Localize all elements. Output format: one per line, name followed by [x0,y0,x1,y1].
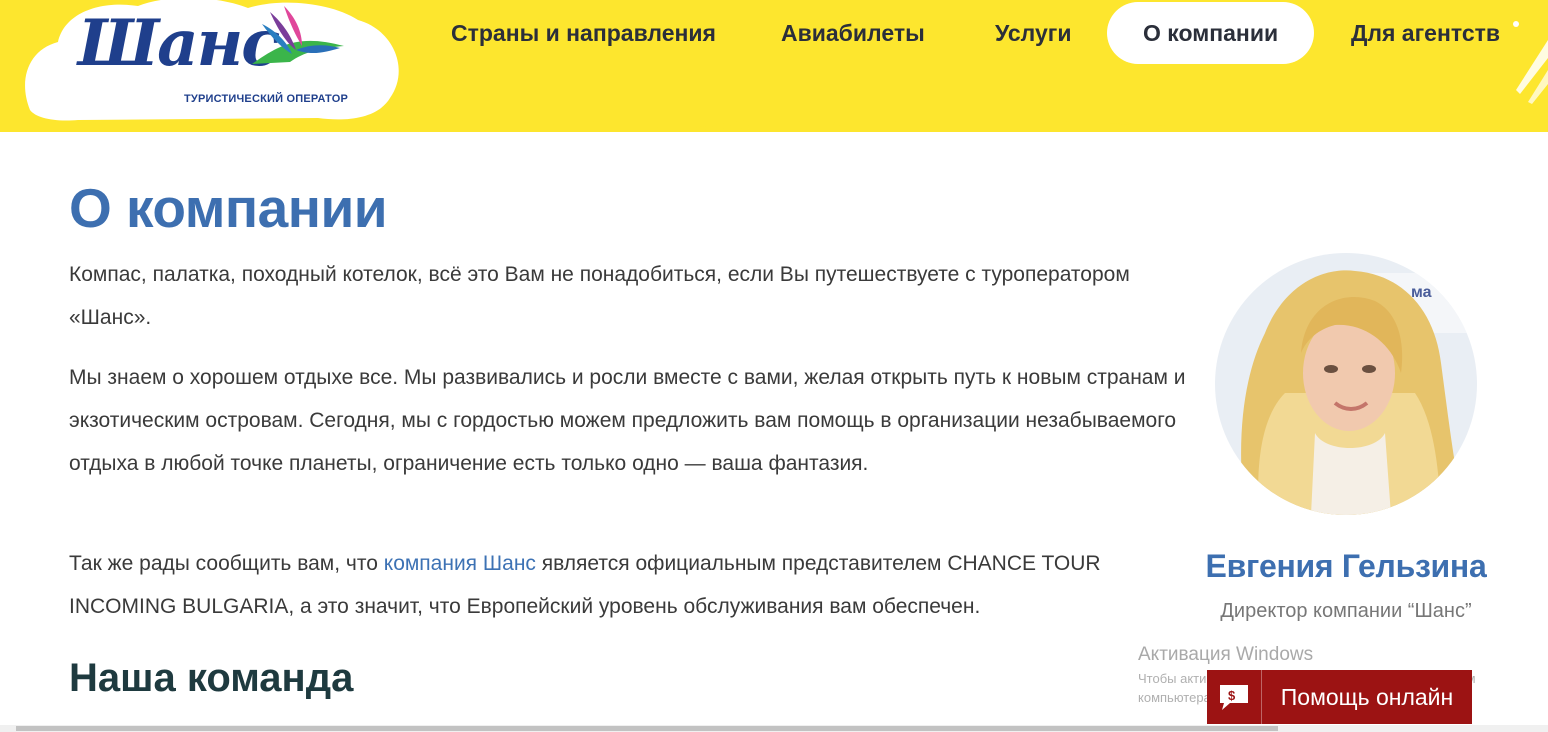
nav-item-flights[interactable]: Авиабилеты [781,0,925,66]
director-role: Директор компании “Шанс” [1220,600,1472,622]
scrollbar-thumb[interactable] [16,726,1278,731]
about-paragraph: Мы знаем о хорошем отдыхе все. Мы развив… [69,366,1186,475]
help-online-button[interactable]: $ Помощь онлайн [1207,670,1472,724]
nav-item-about[interactable]: О компании [1107,2,1315,64]
page-title: О компании [69,177,388,239]
director-name: Евгения Гельзина [1205,548,1487,584]
logo-tagline: ТУРИСТИЧЕСКИЙ ОПЕРАТОР [184,93,348,105]
nav-item-services[interactable]: Услуги [995,0,1071,66]
team-section-title: Наша команда [69,656,354,700]
director-photo: ма [1215,253,1477,515]
nav-item-agencies[interactable]: Для агентств [1351,0,1500,66]
chat-bubble-icon: $ [1207,670,1262,724]
svg-text:$: $ [1228,688,1236,703]
partner-text-before: Так же рады сообщить вам, что [69,552,384,575]
nav-item-countries[interactable]: Страны и направления [451,0,716,66]
svg-text:ма: ма [1411,284,1432,301]
horizontal-scrollbar[interactable] [0,725,1548,732]
windows-activation-title: Активация Windows [1138,644,1314,665]
help-online-label: Помощь онлайн [1280,683,1454,710]
partner-paragraph: Так же рады сообщить вам, что компания Ш… [69,542,1189,628]
main-nav: Страны и направления Авиабилеты Услуги О… [0,0,1548,70]
company-link[interactable]: компания Шанс [384,552,536,575]
intro-paragraph: Компас, палатка, походный котелок, всё э… [69,263,1130,329]
brush-decoration-icon [1513,21,1548,104]
